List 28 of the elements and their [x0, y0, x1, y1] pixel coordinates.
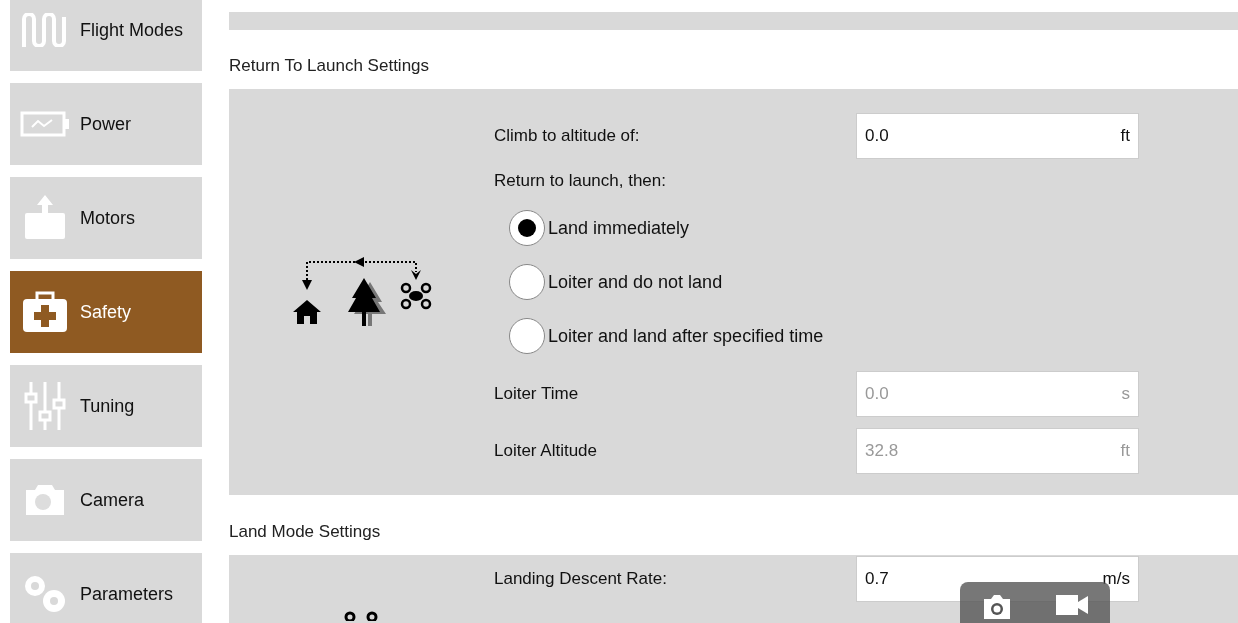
sidebar-item[interactable]: Camera — [10, 459, 202, 541]
radio-button[interactable] — [509, 210, 545, 246]
radio-option[interactable]: Loiter and do not land — [494, 255, 1139, 309]
camera-icon[interactable] — [981, 594, 1013, 620]
first-aid-kit-icon — [22, 291, 68, 333]
battery-icon — [20, 111, 70, 137]
field-label: Return to launch, then: — [494, 170, 667, 193]
section-title: Land Mode Settings — [229, 521, 382, 539]
sliders-icon — [23, 382, 67, 430]
radio-button[interactable] — [509, 318, 545, 354]
motor-icon — [22, 195, 68, 241]
sidebar-item[interactable]: Safety — [10, 271, 202, 353]
camera-icon — [25, 484, 65, 516]
radio-option[interactable]: Loiter and land after specified time — [494, 309, 1139, 363]
field-label: Landing Descent Rate: — [494, 568, 667, 591]
input-field[interactable]: 0.0 ft — [856, 113, 1139, 159]
video-camera-icon[interactable] — [1055, 594, 1089, 616]
field-label: Loiter Time — [494, 382, 579, 405]
radio-option[interactable]: Land immediately — [494, 201, 1139, 255]
sidebar-item[interactable]: Flight Modes — [10, 0, 202, 71]
sidebar-item[interactable]: Tuning — [10, 365, 202, 447]
sidebar-item[interactable]: Parameters — [10, 553, 202, 623]
radio-button[interactable] — [509, 264, 545, 300]
sidebar-item[interactable]: Motors — [10, 177, 202, 259]
field-label: Loiter Altitude — [494, 439, 597, 462]
sidebar-item[interactable]: Power — [10, 83, 202, 165]
section-title: Return To Launch Settings — [229, 55, 431, 73]
field-label: Climb to altitude of: — [494, 125, 640, 148]
